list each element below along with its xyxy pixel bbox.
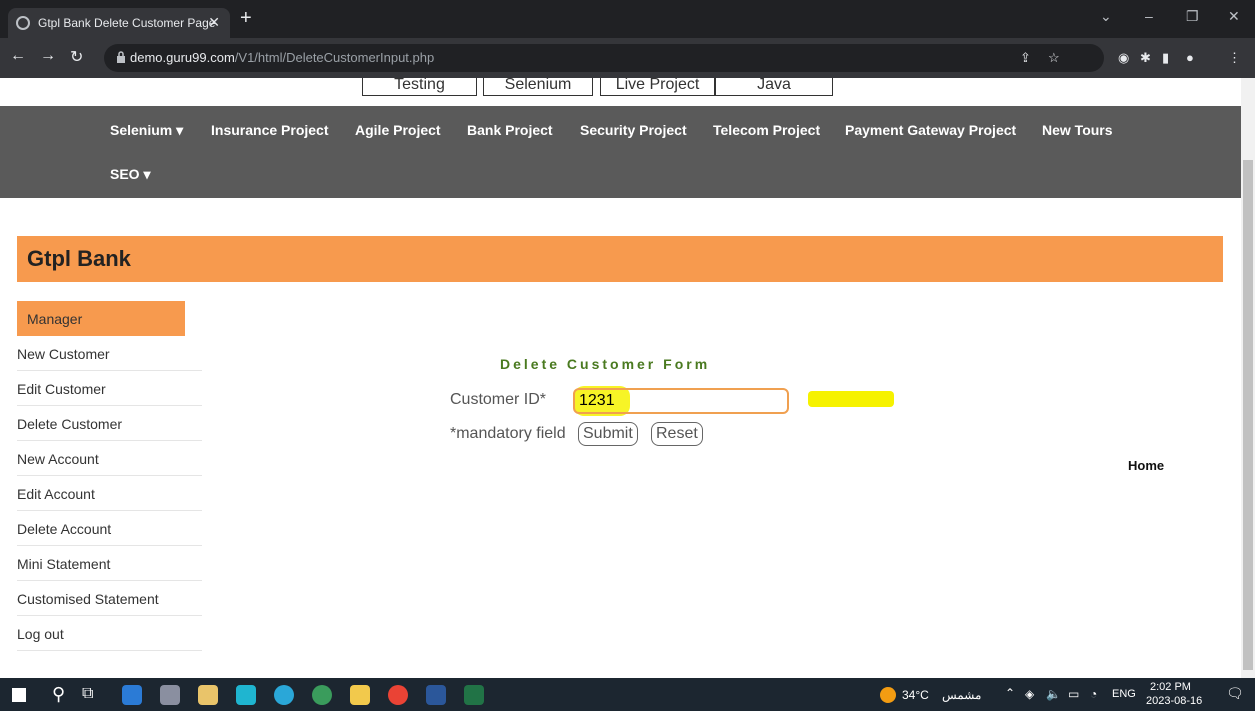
sidebar-item-label: Edit Account: [17, 486, 95, 502]
submit-button[interactable]: Submit: [578, 422, 638, 446]
nav-payment-gateway-project[interactable]: Payment Gateway Project: [845, 122, 1016, 138]
form-title: Delete Customer Form: [500, 356, 711, 372]
nav-bank-project[interactable]: Bank Project: [467, 122, 553, 138]
sidebar-item-delete-customer[interactable]: Delete Customer: [17, 406, 202, 441]
new-tab-button[interactable]: +: [240, 8, 252, 28]
forward-button[interactable]: →: [40, 47, 56, 65]
minimize-button[interactable]: –: [1145, 8, 1153, 24]
sidebar-item-edit-account[interactable]: Edit Account: [17, 476, 202, 511]
speaker-muted-icon[interactable]: 🔈: [1046, 687, 1061, 701]
back-button[interactable]: ←: [10, 47, 26, 65]
word-icon[interactable]: [426, 685, 446, 705]
close-tab-icon[interactable]: ✕: [208, 14, 220, 31]
task-view-icon[interactable]: ⧉: [82, 685, 93, 703]
edge-icon[interactable]: [274, 685, 294, 705]
excel-icon[interactable]: [464, 685, 484, 705]
page-viewport: Testing Selenium Live Project Java Selen…: [0, 78, 1241, 678]
sidebar-item-label: Customised Statement: [17, 591, 159, 607]
app-icon[interactable]: [198, 685, 218, 705]
browser-toolbar: ← → ↻ demo.guru99.com/V1/html/DeleteCust…: [0, 38, 1255, 78]
clock-date[interactable]: 2023-08-16: [1146, 695, 1202, 707]
weather-temp: 34°C: [902, 688, 929, 702]
reset-button[interactable]: Reset: [651, 422, 703, 446]
nav-new-tours[interactable]: New Tours: [1042, 122, 1113, 138]
sidebar-item-edit-customer[interactable]: Edit Customer: [17, 371, 202, 406]
chevron-down-icon[interactable]: ⌄: [1100, 8, 1112, 25]
nav-security-project[interactable]: Security Project: [580, 122, 687, 138]
nav-selenium[interactable]: Selenium ▾: [110, 122, 183, 139]
nav-seo[interactable]: SEO ▾: [110, 166, 150, 183]
clock-time[interactable]: 2:02 PM: [1150, 681, 1191, 693]
battery-icon[interactable]: ▭: [1068, 687, 1079, 701]
main-navbar: Selenium ▾ Insurance Project Agile Proje…: [0, 106, 1241, 198]
highlight-mark: [808, 391, 894, 407]
sidebar-item-new-customer[interactable]: New Customer: [17, 336, 202, 371]
sidebar-item-manager[interactable]: Manager: [17, 301, 185, 336]
globe-icon: [16, 16, 30, 30]
sidebar-item-label: New Customer: [17, 346, 110, 362]
chevron-up-icon[interactable]: ⌃: [1005, 686, 1015, 700]
top-link-testing[interactable]: Testing: [362, 78, 477, 96]
address-bar[interactable]: demo.guru99.com/V1/html/DeleteCustomerIn…: [104, 44, 1104, 72]
sidebar-item-new-account[interactable]: New Account: [17, 441, 202, 476]
windows-start-icon[interactable]: [12, 688, 26, 702]
sidebar-item-label: Delete Customer: [17, 416, 123, 432]
tab-title: Gtpl Bank Delete Customer Page: [38, 16, 216, 30]
url-path: /V1/html/DeleteCustomerInput.php: [234, 50, 435, 65]
scrollbar-thumb[interactable]: [1243, 160, 1253, 670]
lock-icon: [117, 51, 125, 63]
tray-icon[interactable]: ◈: [1025, 687, 1034, 701]
weather-sun-icon[interactable]: [880, 687, 896, 703]
top-link-java[interactable]: Java: [715, 78, 833, 96]
customer-id-input[interactable]: [573, 388, 789, 414]
top-link-live-project[interactable]: Live Project: [600, 78, 715, 96]
browser-title-bar: Gtpl Bank Delete Customer Page ✕ + ⌄ – ❐…: [0, 0, 1255, 38]
sidebar-item-label: Edit Customer: [17, 381, 106, 397]
mandatory-note: *mandatory field: [450, 425, 566, 442]
search-icon[interactable]: ⚲: [52, 684, 65, 705]
top-link-selenium[interactable]: Selenium: [483, 78, 593, 96]
puzzle-icon[interactable]: ✱: [1140, 50, 1151, 66]
tiktok-icon[interactable]: [236, 685, 256, 705]
wifi-icon[interactable]: ◔: [1090, 687, 1097, 701]
app-icon[interactable]: [160, 685, 180, 705]
bank-name: Gtpl Bank: [27, 246, 131, 271]
profile-icon[interactable]: ●: [1186, 50, 1194, 65]
restore-button[interactable]: ❐: [1186, 8, 1199, 25]
sidebar-item-customised-statement[interactable]: Customised Statement: [17, 581, 202, 616]
sidebar-item-mini-statement[interactable]: Mini Statement: [17, 546, 202, 581]
language-indicator[interactable]: ENG: [1112, 688, 1136, 700]
nav-telecom-project[interactable]: Telecom Project: [713, 122, 820, 138]
sidebar-item-label: Manager: [27, 311, 83, 327]
sidebar-item-label: New Account: [17, 451, 99, 467]
bank-banner: Gtpl Bank: [17, 236, 1223, 282]
share-icon[interactable]: ⇪: [1020, 50, 1031, 66]
bookmark-star-icon[interactable]: ☆: [1048, 50, 1060, 66]
bing-icon[interactable]: [122, 685, 142, 705]
sidepanel-icon[interactable]: ▮: [1162, 50, 1169, 66]
extension-icon[interactable]: ◉: [1118, 50, 1129, 66]
sidebar-item-label: Mini Statement: [17, 556, 111, 572]
url-host: demo.guru99.com: [130, 50, 235, 65]
windows-taskbar: ⚲ ⧉ 34°C مشمس ⌃ ◈ 🔈 ▭ ◔ ENG 2:02 PM 2023…: [0, 678, 1255, 711]
edge-beta-icon[interactable]: [312, 685, 332, 705]
customer-id-label: Customer ID*: [450, 391, 547, 408]
sidebar-item-log-out[interactable]: Log out: [17, 616, 202, 651]
weather-text: مشمس: [942, 688, 982, 702]
notification-icon[interactable]: 🗨: [1226, 685, 1244, 702]
sidebar-item-label: Delete Account: [17, 521, 112, 537]
url-text: demo.guru99.com/V1/html/DeleteCustomerIn…: [130, 50, 434, 65]
browser-tab[interactable]: Gtpl Bank Delete Customer Page ✕: [8, 8, 230, 38]
sidebar-item-label: Log out: [17, 626, 64, 642]
menu-icon[interactable]: ⋮: [1228, 50, 1241, 66]
sidebar-item-delete-account[interactable]: Delete Account: [17, 511, 202, 546]
nav-agile-project[interactable]: Agile Project: [355, 122, 441, 138]
nav-insurance-project[interactable]: Insurance Project: [211, 122, 329, 138]
reload-button[interactable]: ↻: [70, 47, 83, 67]
chrome-icon[interactable]: [388, 685, 408, 705]
file-explorer-icon[interactable]: [350, 685, 370, 705]
home-link[interactable]: Home: [1128, 458, 1164, 473]
close-window-button[interactable]: ✕: [1228, 8, 1240, 25]
